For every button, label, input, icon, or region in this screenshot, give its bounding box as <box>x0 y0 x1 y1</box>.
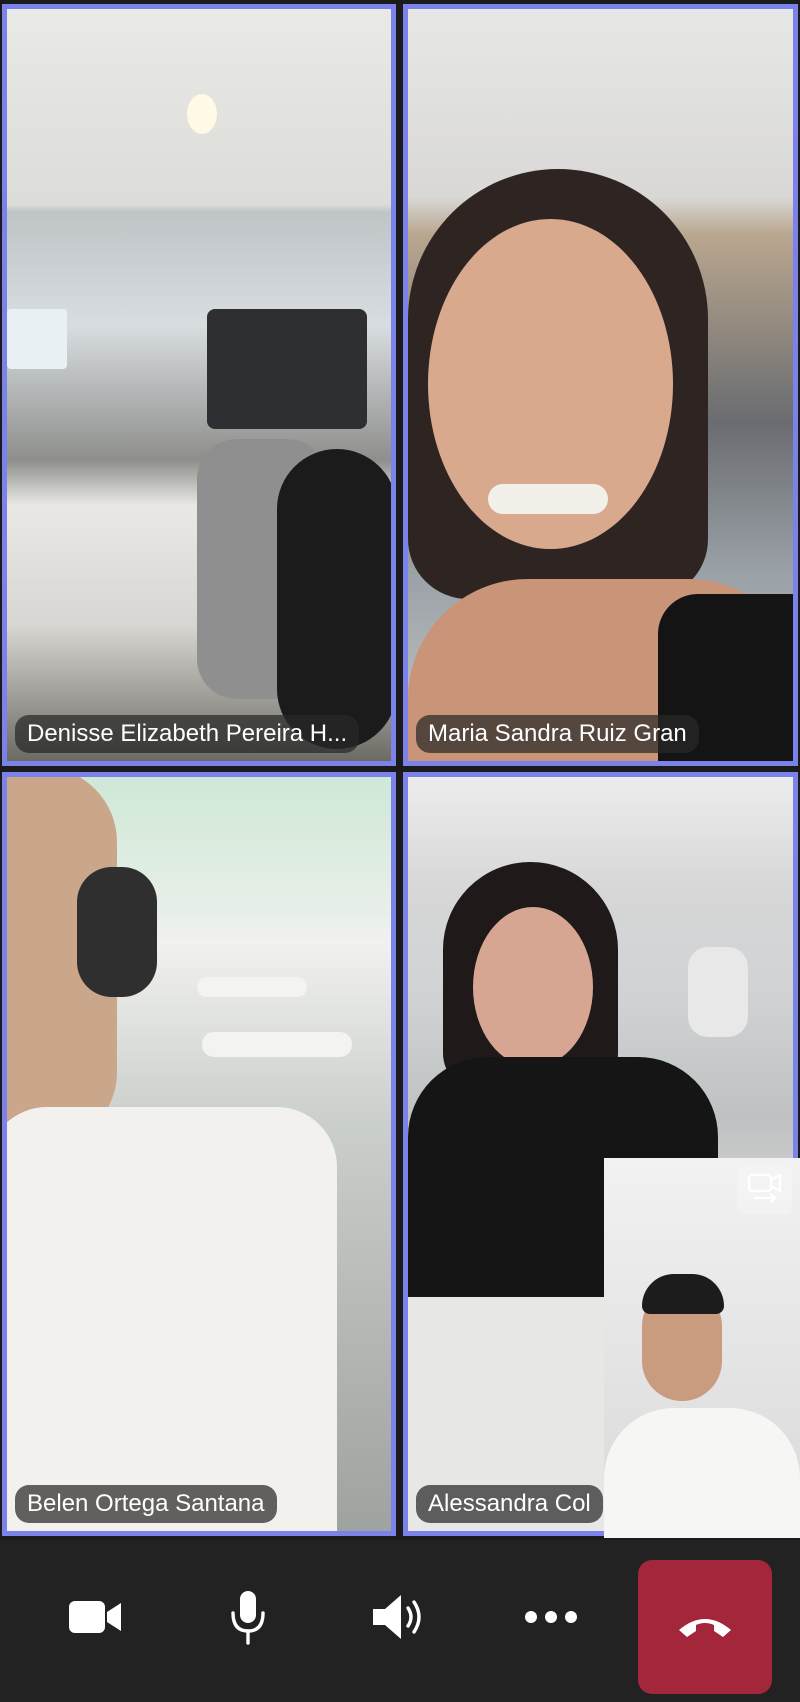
participant-tile-2[interactable]: Maria Sandra Ruiz Gran <box>403 4 798 766</box>
more-options-button[interactable] <box>496 1564 606 1674</box>
microphone-icon <box>228 1589 268 1650</box>
speaker-icon <box>371 1591 427 1648</box>
hangup-icon <box>675 1610 735 1645</box>
participant-name: Alessandra Col <box>416 1485 603 1523</box>
camera-switch-button[interactable] <box>738 1166 792 1214</box>
self-video-preview[interactable] <box>604 1158 800 1538</box>
speaker-toggle-button[interactable] <box>344 1564 454 1674</box>
participant-video <box>7 9 391 761</box>
participant-name: Maria Sandra Ruiz Gran <box>416 715 699 753</box>
participant-tile-1[interactable]: Denisse Elizabeth Pereira H... <box>2 4 396 766</box>
participant-video <box>7 777 391 1531</box>
camera-toggle-button[interactable] <box>40 1564 150 1674</box>
microphone-toggle-button[interactable] <box>193 1564 303 1674</box>
hang-up-button[interactable] <box>638 1560 772 1694</box>
more-icon <box>523 1609 579 1630</box>
call-control-bar <box>0 1540 800 1702</box>
camera-switch-icon <box>745 1168 785 1213</box>
participant-video <box>408 9 793 761</box>
participant-name: Belen Ortega Santana <box>15 1485 277 1523</box>
camera-icon <box>67 1597 123 1642</box>
participant-name: Denisse Elizabeth Pereira H... <box>15 715 360 753</box>
participant-tile-3[interactable]: Belen Ortega Santana <box>2 772 396 1536</box>
